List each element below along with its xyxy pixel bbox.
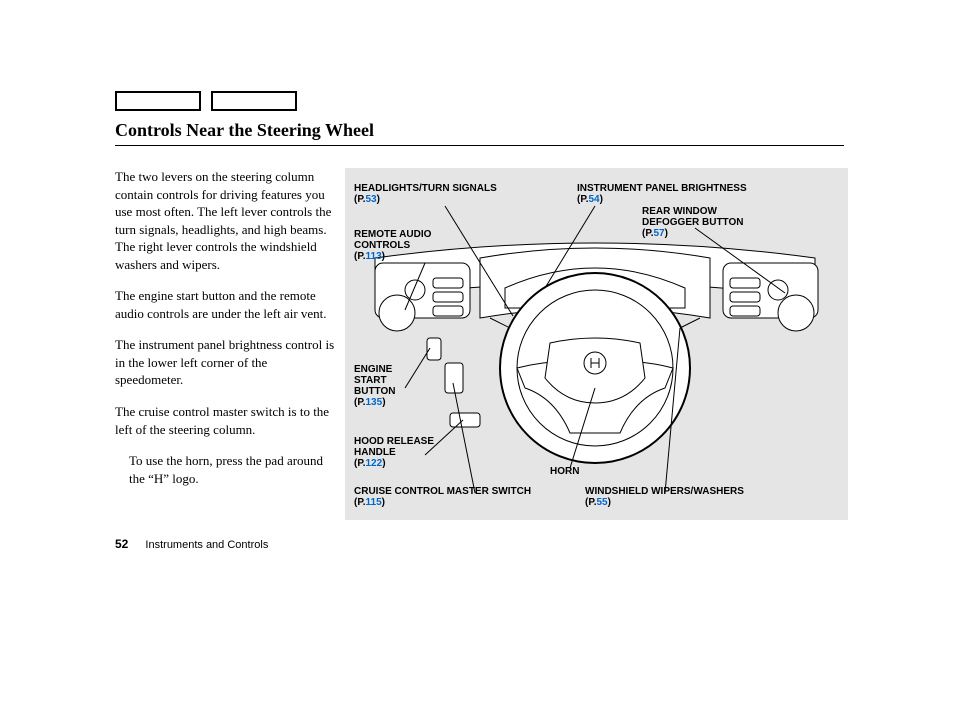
ref-prefix: (P. [354,458,366,469]
page-ref[interactable]: (P.135) [354,397,386,408]
paragraph: The engine start button and the remote a… [115,287,335,322]
note-paragraph: To use the horn, press the pad around th… [129,452,335,487]
section-tabs [115,91,297,111]
manual-page: Controls Near the Steering Wheel The two… [0,0,954,710]
callout-horn: HORN [550,466,579,477]
ref-page: 57 [654,228,665,239]
paragraph: The cruise control master switch is to t… [115,403,335,438]
ref-prefix: (P. [577,194,589,205]
page-ref[interactable]: (P.54) [577,194,603,205]
callout-label: HEADLIGHTS/TURN SIGNALS [354,183,497,194]
callout-label: REMOTE AUDIO CONTROLS [354,229,444,251]
ref-prefix: (P. [354,397,366,408]
body-column: The two levers on the steering column co… [115,168,335,501]
page-ref[interactable]: (P.113) [354,251,385,262]
callout-remote-audio: REMOTE AUDIO CONTROLS (P.113) [354,229,444,262]
page-ref[interactable]: (P.57) [642,228,668,239]
page-title: Controls Near the Steering Wheel [115,120,844,146]
ref-suffix: ) [382,458,385,469]
ref-prefix: (P. [354,194,366,205]
page-number: 52 [115,537,128,551]
ref-prefix: (P. [642,228,654,239]
ref-page: 54 [589,194,600,205]
callout-label: CRUISE CONTROL MASTER SWITCH [354,486,531,497]
chapter-name: Instruments and Controls [145,539,268,551]
ref-suffix: ) [600,194,603,205]
page-ref[interactable]: (P.115) [354,497,385,508]
paragraph: The instrument panel brightness control … [115,336,335,389]
paragraph: The two levers on the steering column co… [115,168,335,273]
callout-wipers: WINDSHIELD WIPERS/WASHERS (P.55) [585,486,744,508]
ref-page: 122 [366,458,383,469]
page-ref[interactable]: (P.53) [354,194,380,205]
ref-page: 135 [366,397,383,408]
tab-box-right [211,91,297,111]
callout-label: HOOD RELEASE HANDLE [354,436,444,458]
ref-suffix: ) [382,397,385,408]
callout-defogger: REAR WINDOW DEFOGGER BUTTON (P.57) [642,206,752,239]
ref-page: 113 [366,251,382,262]
callout-instrument-brightness: INSTRUMENT PANEL BRIGHTNESS (P.54) [577,183,747,205]
callout-label: WINDSHIELD WIPERS/WASHERS [585,486,744,497]
callout-label: REAR WINDOW DEFOGGER BUTTON [642,206,752,228]
callout-hood-release: HOOD RELEASE HANDLE (P.122) [354,436,444,469]
page-ref[interactable]: (P.122) [354,458,386,469]
callout-headlights: HEADLIGHTS/TURN SIGNALS (P.53) [354,183,497,205]
callout-label: ENGINE START BUTTON [354,364,409,397]
ref-prefix: (P. [354,497,366,508]
page-ref[interactable]: (P.55) [585,497,611,508]
callout-engine-start: ENGINE START BUTTON (P.135) [354,364,409,408]
ref-suffix: ) [377,194,380,205]
ref-suffix: ) [665,228,668,239]
callout-label: INSTRUMENT PANEL BRIGHTNESS [577,183,747,194]
ref-suffix: ) [608,497,611,508]
ref-prefix: (P. [354,251,366,262]
ref-page: 55 [597,497,608,508]
page-footer: 52 Instruments and Controls [115,537,268,551]
ref-suffix: ) [382,497,385,508]
ref-page: 53 [366,194,377,205]
tab-box-left [115,91,201,111]
callout-cruise-control: CRUISE CONTROL MASTER SWITCH (P.115) [354,486,531,508]
ref-page: 115 [366,497,382,508]
steering-wheel-diagram: HEADLIGHTS/TURN SIGNALS (P.53) INSTRUMEN… [345,168,848,520]
callout-label: HORN [550,466,579,477]
ref-suffix: ) [382,251,385,262]
ref-prefix: (P. [585,497,597,508]
